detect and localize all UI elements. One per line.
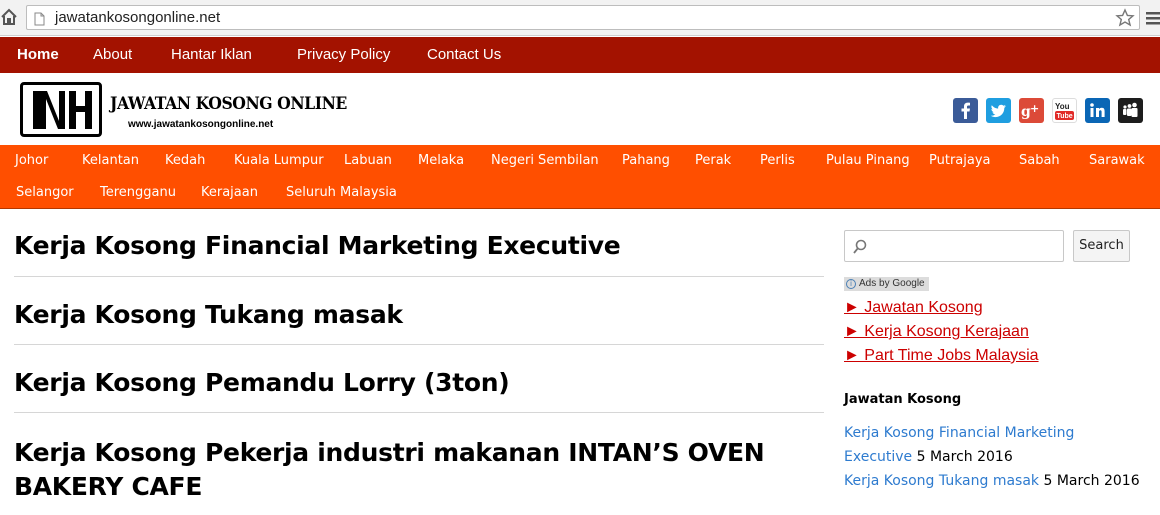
ads-by-google-badge[interactable]: i Ads by Google <box>844 277 929 291</box>
search-input[interactable] <box>844 230 1064 262</box>
region-sabah[interactable]: Sabah <box>1019 153 1060 168</box>
search-icon <box>853 239 867 254</box>
ads-label: Ads by Google <box>859 278 925 289</box>
address-bar[interactable]: jawatankosongonline.net <box>26 5 1140 30</box>
region-sarawak[interactable]: Sarawak <box>1089 153 1145 168</box>
nav-privacy-policy[interactable]: Privacy Policy <box>297 46 390 63</box>
recent-post-date: 5 March 2016 <box>916 449 1013 465</box>
ad-link-kerja-kosong-kerajaan[interactable]: ► Kerja Kosong Kerajaan <box>844 323 1029 341</box>
home-icon[interactable] <box>0 8 18 26</box>
region-labuan[interactable]: Labuan <box>344 153 392 168</box>
logo-mark <box>20 82 102 137</box>
ad-link-jawatan-kosong[interactable]: ► Jawatan Kosong <box>844 299 983 317</box>
region-seluruh-malaysia[interactable]: Seluruh Malaysia <box>286 185 397 200</box>
recent-posts-title: Jawatan Kosong <box>844 392 962 407</box>
region-melaka[interactable]: Melaka <box>418 153 464 168</box>
region-navigation: Johor Kelantan Kedah Kuala Lumpur Labuan… <box>0 145 1160 209</box>
region-kuala-lumpur[interactable]: Kuala Lumpur <box>234 153 324 168</box>
logo-url: www.jawatankosongonline.net <box>128 119 274 130</box>
region-putrajaya[interactable]: Putrajaya <box>929 153 991 168</box>
browser-toolbar: jawatankosongonline.net <box>0 0 1160 36</box>
page-icon <box>34 11 45 26</box>
recent-post-date: 5 March 2016 <box>1043 473 1140 489</box>
region-pulau-pinang[interactable]: Pulau Pinang <box>826 153 910 168</box>
nav-home[interactable]: Home <box>17 46 59 63</box>
browser-menu-icon[interactable] <box>1146 10 1160 26</box>
post-title[interactable]: Kerja Kosong Pemandu Lorry (3ton) <box>14 366 824 400</box>
svg-text:+: + <box>1030 102 1039 115</box>
top-navigation: Home About Hantar Iklan Privacy Policy C… <box>0 37 1160 73</box>
info-icon: i <box>846 279 856 289</box>
nav-about[interactable]: About <box>93 46 132 63</box>
facebook-icon[interactable] <box>953 98 978 123</box>
region-kelantan[interactable]: Kelantan <box>82 153 139 168</box>
recent-post-link[interactable]: Kerja Kosong Tukang masak <box>844 473 1039 489</box>
region-kedah[interactable]: Kedah <box>165 153 205 168</box>
region-pahang[interactable]: Pahang <box>622 153 670 168</box>
post-divider <box>14 276 824 277</box>
region-terengganu[interactable]: Terengganu <box>100 185 176 200</box>
region-johor[interactable]: Johor <box>15 153 48 168</box>
post-title[interactable]: Kerja Kosong Tukang masak <box>14 298 824 332</box>
bookmark-star-icon[interactable] <box>1115 8 1135 28</box>
logo-title: JAWATAN KOSONG ONLINE <box>110 94 347 114</box>
post-divider <box>14 412 824 413</box>
post-title[interactable]: Kerja Kosong Financial Marketing Executi… <box>14 229 824 263</box>
site-header: JAWATAN KOSONG ONLINE www.jawatankosongo… <box>0 73 1160 145</box>
linkedin-icon[interactable] <box>1085 98 1110 123</box>
youtube-icon[interactable]: You Tube <box>1052 98 1077 123</box>
region-negeri-sembilan[interactable]: Negeri Sembilan <box>491 153 599 168</box>
url-text: jawatankosongonline.net <box>55 9 221 26</box>
post-title[interactable]: Kerja Kosong Pekerja industri makanan IN… <box>14 436 794 504</box>
region-kerajaan[interactable]: Kerajaan <box>201 185 258 200</box>
ad-link-part-time-jobs[interactable]: ► Part Time Jobs Malaysia <box>844 347 1039 365</box>
nav-contact-us[interactable]: Contact Us <box>427 46 501 63</box>
region-perlis[interactable]: Perlis <box>760 153 795 168</box>
nav-hantar-iklan[interactable]: Hantar Iklan <box>171 46 252 63</box>
recent-post-item: Kerja Kosong Financial Marketing Executi… <box>844 421 1144 469</box>
site-logo[interactable]: JAWATAN KOSONG ONLINE www.jawatankosongo… <box>20 82 347 138</box>
recent-post-item: Kerja Kosong Tukang masak 5 March 2016 <box>844 469 1144 493</box>
search-button[interactable]: Search <box>1073 230 1130 262</box>
post-divider <box>14 344 824 345</box>
twitter-icon[interactable] <box>986 98 1011 123</box>
svg-text:Tube: Tube <box>1057 113 1073 120</box>
myspace-icon[interactable] <box>1118 98 1143 123</box>
region-selangor[interactable]: Selangor <box>16 185 74 200</box>
svg-text:You: You <box>1055 102 1070 111</box>
google-plus-icon[interactable]: g + <box>1019 98 1044 123</box>
region-perak[interactable]: Perak <box>695 153 731 168</box>
